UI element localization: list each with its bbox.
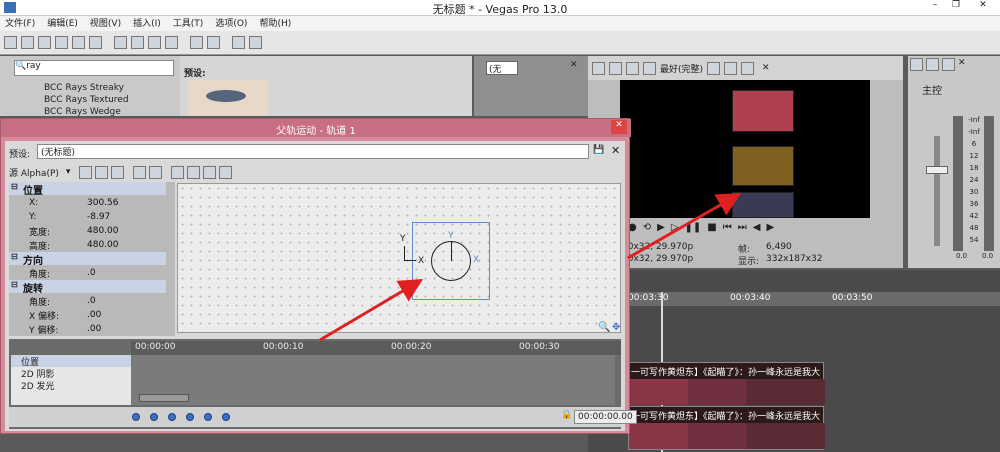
annotation-arrows — [319, 193, 742, 342]
arrow-to-preview — [627, 193, 742, 260]
arrow-to-motion-frame — [319, 278, 424, 342]
